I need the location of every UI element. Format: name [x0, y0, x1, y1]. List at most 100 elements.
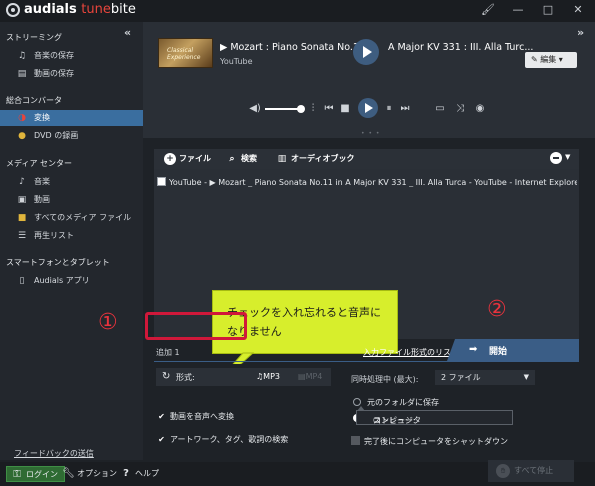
section-media-center: メディア センター	[6, 159, 72, 168]
start-label: 開始	[489, 347, 508, 357]
parallel-select[interactable]: 2 ファイル ▼	[435, 370, 535, 385]
sidebar-item-save-music[interactable]: ♫ 音楽の保存	[0, 48, 143, 64]
format-selector[interactable]: ↻ 形式: ♫MP3 ▤MP4	[156, 368, 331, 386]
stop-icon[interactable]: ■	[339, 102, 351, 116]
chevron-down-icon: ▼	[523, 373, 529, 381]
player-panel: » Classical Experience ▶ Mozart : Piano …	[143, 22, 595, 138]
sidebar-item-label: 音楽の保存	[34, 51, 74, 60]
screen-icon[interactable]: ▭	[433, 102, 447, 116]
help-icon: ?	[123, 468, 129, 479]
section-smartphone: スマートフォンとタブレット	[6, 258, 110, 267]
app-title: audials tunebite	[24, 2, 136, 17]
format-mp4-label: MP4	[305, 372, 323, 381]
audiobook-button[interactable]: ▥ オーディオブック	[276, 152, 355, 166]
brand-name: audials	[24, 2, 77, 17]
shutdown-checkbox[interactable]: 完了後にコンピュータをシャットダウン	[351, 436, 508, 447]
format-mp4[interactable]: ▤MP4	[298, 372, 322, 381]
sidebar-item-music[interactable]: ♪ 音楽	[0, 174, 143, 190]
stop-all-button[interactable]: ✋︎ すべて停止	[488, 460, 574, 482]
sidebar-item-video[interactable]: ▣ 動画	[0, 192, 143, 208]
sidebar-item-audials-app[interactable]: ▯ Audials アプリ	[0, 273, 143, 289]
hand-stop-icon: ✋︎	[496, 464, 510, 478]
sidebar-item-playlist[interactable]: ☰ 再生リスト	[0, 228, 143, 244]
previous-icon[interactable]: ⏮	[323, 102, 335, 116]
edit-button[interactable]: ✎ 編集 ▾	[525, 52, 577, 68]
help-button[interactable]: ? ヘルプ	[120, 466, 159, 482]
format-mp3-label: MP3	[263, 372, 280, 381]
audials-logo-icon	[6, 3, 20, 17]
close-button[interactable]: ✕	[570, 2, 586, 18]
shuffle-icon[interactable]: ⤨	[453, 102, 467, 116]
play-button[interactable]	[358, 98, 378, 118]
sidebar-item-all-media[interactable]: ■ すべてのメディア ファイル	[0, 210, 143, 226]
film-icon: ▤	[298, 372, 306, 381]
add-file-label: ファイル	[179, 154, 211, 163]
title-bar: audials tunebite 🖌 — □ ✕	[0, 0, 595, 22]
sidebar-item-label: DVD の録画	[34, 131, 79, 140]
brand-product-2: bite	[110, 2, 136, 17]
playlist-icon: ☰	[17, 231, 27, 241]
search-icon: ⌕	[229, 154, 235, 164]
play-overlay-button[interactable]	[353, 39, 379, 65]
search-label: 検索	[241, 154, 257, 163]
sidebar-item-label: 動画	[34, 195, 50, 204]
feedback-link[interactable]: フィードバックの送信	[14, 448, 94, 459]
pencil-icon: ✎	[531, 55, 538, 64]
add-file-button[interactable]: + ファイル	[164, 152, 211, 166]
sidebar-item-convert[interactable]: ◑ 変換	[0, 110, 149, 126]
sidebar-item-dvd[interactable]: ● DVD の録画	[0, 128, 143, 144]
volume-slider[interactable]	[265, 108, 301, 110]
maximize-button[interactable]: □	[540, 2, 556, 18]
track-source: YouTube	[220, 57, 253, 66]
music-note-icon: ♫	[17, 51, 27, 61]
chevron-down-icon[interactable]: ▼	[565, 153, 570, 161]
arrow-right-icon: ➡	[469, 344, 478, 355]
artwork-search-checkbox[interactable]: ✔ アートワーク、タグ、歌詞の検索	[157, 434, 288, 445]
checkbox-box	[351, 436, 360, 445]
sidebar-item-label: Audials アプリ	[34, 276, 90, 285]
dvd-icon: ●	[18, 131, 26, 141]
format-mp3[interactable]: ♫MP3	[256, 372, 280, 381]
options-button[interactable]: 🔧︎ オプション	[62, 466, 117, 482]
music-note-icon: ♪	[19, 177, 25, 187]
minimize-button[interactable]: —	[510, 2, 526, 18]
storage-field[interactable]: ストレージ: ▭ コンピュータ	[356, 406, 513, 425]
file-checkbox[interactable]	[157, 177, 166, 186]
storage-value: コンピュータ	[373, 416, 421, 425]
track-title-tail: A Major KV 331 : III. Alla Turc...	[387, 42, 534, 53]
list-item[interactable]: YouTube - ▶ Mozart _ Piano Sonata No.11 …	[157, 177, 577, 187]
next-icon[interactable]: ⏭	[399, 102, 411, 116]
audiobook-label: オーディオブック	[291, 154, 355, 163]
sidebar-item-label: 再生リスト	[34, 231, 74, 240]
paint-brush-icon[interactable]: 🖌	[480, 2, 496, 18]
equalizer-icon[interactable]: ⫶	[307, 102, 319, 116]
refresh-icon: ↻	[162, 371, 171, 382]
section-streaming: ストリーミング	[6, 33, 62, 42]
login-label: ログイン	[26, 470, 58, 479]
pause-icon[interactable]: ⏸	[383, 102, 395, 116]
book-icon: ▥	[277, 154, 287, 164]
folder-icon: ■	[17, 213, 27, 223]
volume-icon[interactable]: ◀)	[249, 102, 261, 116]
save-original-folder-radio[interactable]: 元のフォルダに保存	[353, 397, 439, 408]
shutdown-label: 完了後にコンピュータをシャットダウン	[364, 437, 508, 446]
search-button[interactable]: ⌕ 検索	[226, 152, 257, 166]
remove-button[interactable]	[550, 152, 562, 164]
phone-icon: ▯	[19, 276, 25, 286]
convert-to-audio-checkbox[interactable]: ✔ 動画を音声へ変換	[157, 411, 234, 422]
collapse-sidebar-button[interactable]: «	[124, 26, 131, 39]
collapse-panel-button[interactable]: »	[577, 26, 584, 39]
volume-slider-knob[interactable]	[297, 105, 305, 113]
resize-grip[interactable]: • • •	[361, 130, 380, 137]
visibility-icon[interactable]: ◉	[473, 102, 487, 116]
input-formats-link[interactable]: 入力ファイル形式のリスト	[363, 347, 459, 358]
wrench-icon: 🔧︎	[62, 468, 75, 479]
step-marker-1: ①	[98, 310, 118, 335]
convert-to-audio-label: 動画を音声へ変換	[170, 412, 234, 421]
start-button[interactable]: ➡ 開始	[447, 339, 579, 361]
sidebar-item-save-video[interactable]: ▤ 動画の保存	[0, 66, 143, 82]
converter-panel: + ファイル ⌕ 検索 ▥ オーディオブック ▼ YouTube - ▶ Mozart…	[98, 138, 595, 462]
convert-icon: ◑	[18, 113, 26, 123]
login-button[interactable]: ⚿ ログイン	[6, 466, 65, 482]
album-thumbnail: Classical Experience	[158, 38, 213, 68]
